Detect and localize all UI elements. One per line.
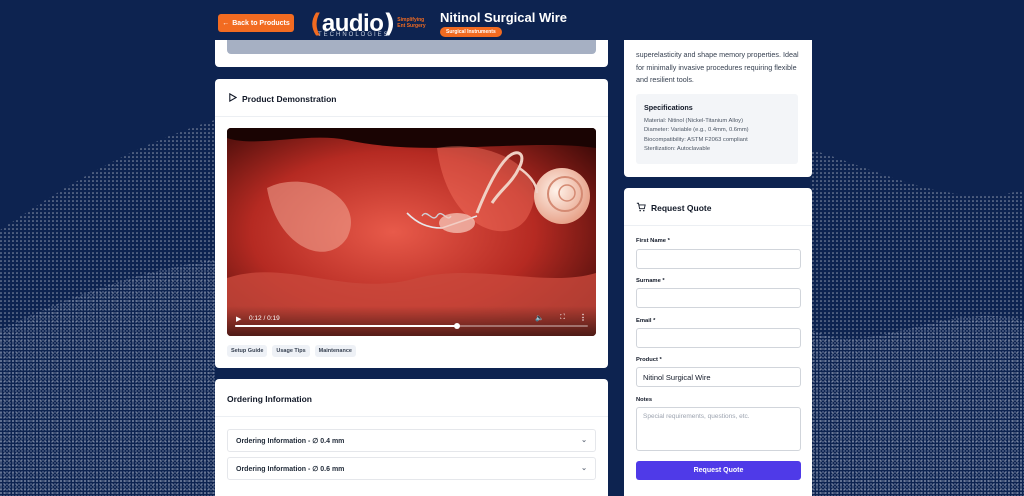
spec-line: Sterilization: Autoclavable [644, 145, 711, 152]
ordering-accordion-item[interactable]: Ordering Information - ∅ 0.6 mm ⌄ [227, 457, 596, 480]
product-description-card: superelasticity and shape memory propert… [624, 40, 812, 177]
audio-technologies-logo[interactable]: ( audio ) Simplifying Ent Surgery TECHNO… [310, 8, 431, 40]
video-controls: ▶ 0:12 / 0:19 🔈 ⛶ ⋮ [227, 306, 596, 336]
video-time: 0:12 / 0:19 [249, 315, 280, 322]
spec-line: Diameter: Variable (e.g., 0.4mm, 0.6mm) [644, 127, 749, 134]
more-options-icon[interactable]: ⋮ [579, 313, 587, 322]
request-quote-button[interactable]: Request Quote [636, 461, 801, 480]
ordering-accordion-item[interactable]: Ordering Information - ∅ 0.4 mm ⌄ [227, 429, 596, 452]
first-name-label: First Name * [636, 238, 670, 244]
chevron-down-icon: ⌄ [581, 437, 587, 444]
product-label: Product * [636, 357, 662, 363]
demo-divider [215, 116, 608, 117]
tag-usage-tips[interactable]: Usage Tips [272, 345, 310, 357]
play-icon[interactable]: ▶ [236, 315, 241, 323]
email-label: Email * [636, 318, 656, 324]
email-field[interactable] [636, 328, 801, 348]
tag-maintenance[interactable]: Maintenance [314, 345, 356, 357]
accordion-label: Ordering Information - ∅ 0.6 mm [236, 465, 345, 473]
surname-field[interactable] [636, 288, 801, 308]
back-to-products-button[interactable]: ← Back to Products [218, 14, 294, 32]
seek-handle[interactable] [454, 323, 461, 329]
ordering-heading: Ordering Information [227, 394, 312, 404]
request-quote-card: Request Quote First Name * Surname * Ema… [624, 188, 812, 496]
quote-heading: Request Quote [651, 203, 712, 213]
shopping-cart-icon [636, 202, 646, 214]
quote-header: Request Quote [636, 202, 711, 214]
chevron-down-icon: ⌄ [581, 465, 587, 472]
logo-tagline: Simplifying Ent Surgery [397, 17, 426, 29]
quote-divider [624, 225, 812, 226]
demo-tags: Setup Guide Usage Tips Maintenance [227, 345, 356, 357]
product-demonstration-card: Product Demonstration ▶ 0:12 / 0:19 🔈 ⛶ … [215, 79, 608, 368]
inner-ear-surgery-frame [227, 128, 596, 336]
notes-label: Notes [636, 397, 653, 403]
specifications-box: Specifications Material: Nitinol (Nickel… [636, 94, 798, 164]
spec-line: Material: Nitinol (Nickel-Titanium Alloy… [644, 118, 743, 124]
spec-line: Biocompatibility: ASTM F2063 compliant [644, 136, 748, 143]
volume-icon[interactable]: 🔈 [535, 314, 544, 322]
arrow-left-icon: ← [222, 19, 230, 27]
surname-label: Surname * [636, 278, 665, 284]
product-field[interactable]: Nitinol Surgical Wire [636, 367, 801, 387]
category-badge: Surgical Instruments [440, 27, 502, 37]
image-carousel-strip [227, 40, 596, 54]
tag-setup-guide[interactable]: Setup Guide [227, 345, 268, 357]
fullscreen-icon[interactable]: ⛶ [560, 314, 565, 322]
play-outline-icon [228, 92, 238, 104]
ordering-divider [215, 416, 608, 417]
video-seek-bar[interactable] [235, 323, 588, 329]
demo-heading: Product Demonstration [242, 93, 337, 104]
page-title: Nitinol Surgical Wire [440, 10, 568, 25]
notes-textarea[interactable]: Special requirements, questions, etc. [636, 407, 801, 451]
seek-progress [235, 325, 458, 327]
back-to-products-label: Back to Products [232, 19, 290, 27]
video-player[interactable]: ▶ 0:12 / 0:19 🔈 ⛶ ⋮ [227, 128, 596, 336]
product-image-card [215, 40, 608, 67]
logo-subtext: TECHNOLOGIES [318, 32, 390, 38]
first-name-field[interactable] [636, 249, 801, 269]
accordion-label: Ordering Information - ∅ 0.4 mm [236, 437, 345, 445]
demo-header: Product Demonstration [215, 79, 608, 104]
product-description: superelasticity and shape memory propert… [636, 50, 799, 84]
specifications-title: Specifications [644, 103, 693, 112]
ordering-information-card: Ordering Information Ordering Informatio… [215, 379, 608, 496]
